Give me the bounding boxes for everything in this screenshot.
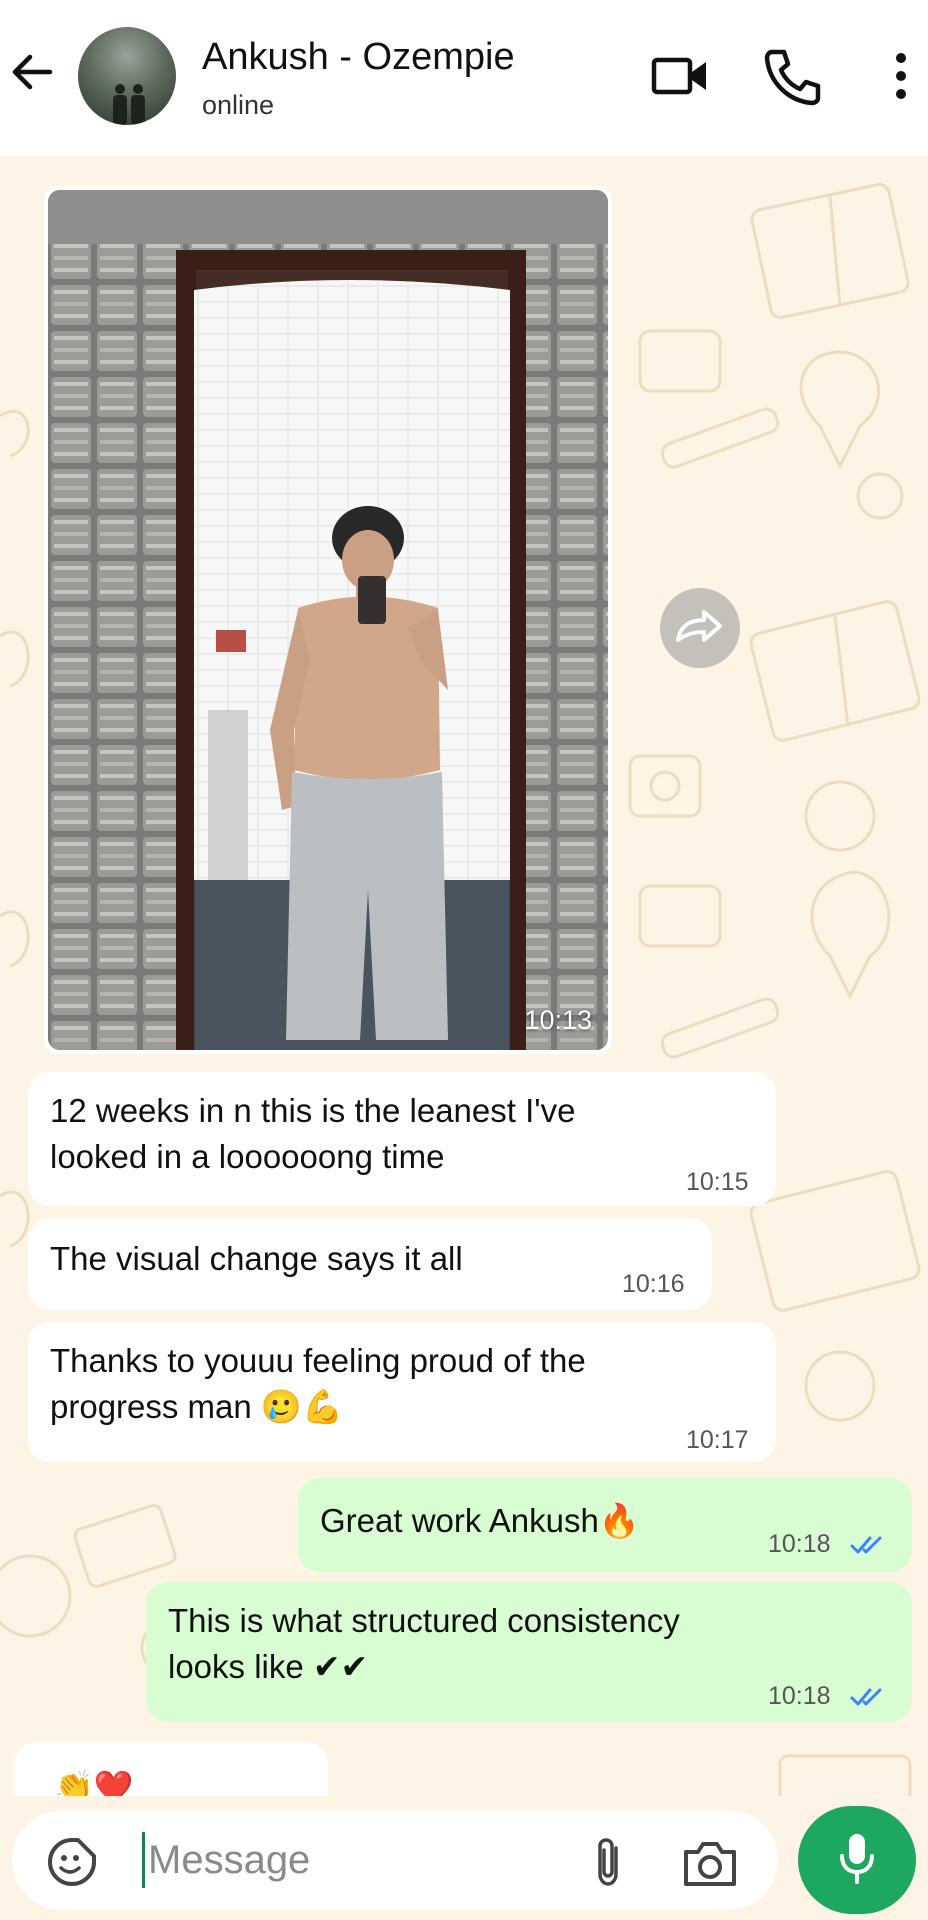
message-line: Thanks to youuu feeling proud of the <box>50 1342 586 1379</box>
read-receipt-icon <box>850 1688 882 1706</box>
read-receipt-icon <box>850 1536 882 1554</box>
avatar[interactable] <box>78 27 176 125</box>
sticker-icon[interactable] <box>46 1836 98 1888</box>
message-time: 10:13 <box>524 1005 592 1035</box>
voice-message-button[interactable] <box>798 1806 916 1914</box>
message-line: looks like ✔✔ <box>168 1648 369 1685</box>
camera-icon[interactable] <box>680 1838 740 1888</box>
forward-icon <box>676 610 722 642</box>
outgoing-message[interactable]: Great work Ankush🔥 10:18 <box>298 1478 912 1572</box>
back-arrow-icon[interactable] <box>6 46 58 98</box>
message-line: This is what structured consistency <box>168 1602 680 1639</box>
incoming-message[interactable]: 👏❤️ <box>14 1742 328 1796</box>
incoming-message[interactable]: The visual change says it all 10:16 <box>28 1218 712 1310</box>
message-line: 12 weeks in n this is the leanest I've <box>50 1092 576 1129</box>
chat-area[interactable]: 10:13 12 weeks in n this is the leanest … <box>0 156 928 1796</box>
message-time: 10:15 <box>686 1168 749 1196</box>
image-message[interactable]: 10:13 <box>44 186 612 1054</box>
chat-header: Ankush - Ozempie online <box>0 0 928 156</box>
message-line: looked in a loooooong time <box>50 1138 445 1175</box>
contact-name[interactable]: Ankush - Ozempie <box>202 36 515 79</box>
message-input[interactable]: Message <box>148 1838 310 1883</box>
attach-icon[interactable] <box>588 1834 628 1890</box>
more-options-icon[interactable] <box>890 50 912 102</box>
outgoing-message[interactable]: This is what structured consistency look… <box>146 1582 912 1722</box>
message-time: 10:17 <box>686 1426 749 1454</box>
message-line: Great work Ankush🔥 <box>320 1502 640 1539</box>
video-call-icon[interactable] <box>650 50 710 100</box>
message-time: 10:18 <box>768 1530 831 1558</box>
message-time: 10:18 <box>768 1682 831 1710</box>
incoming-message[interactable]: Thanks to youuu feeling proud of the pro… <box>28 1322 776 1462</box>
forward-button[interactable] <box>660 588 740 668</box>
mirror-selfie-photo[interactable]: 10:13 <box>48 190 608 1050</box>
message-time: 10:16 <box>622 1270 685 1298</box>
text-cursor <box>142 1832 145 1888</box>
incoming-message[interactable]: 12 weeks in n this is the leanest I've l… <box>28 1072 776 1206</box>
contact-status: online <box>202 90 275 120</box>
message-line: progress man 🥲💪 <box>50 1388 344 1425</box>
message-line: 👏❤️ <box>54 1769 134 1796</box>
message-composer[interactable]: Message <box>12 1810 778 1910</box>
message-line: The visual change says it all <box>50 1240 463 1277</box>
voice-call-icon[interactable] <box>762 46 822 106</box>
microphone-icon <box>840 1834 874 1884</box>
